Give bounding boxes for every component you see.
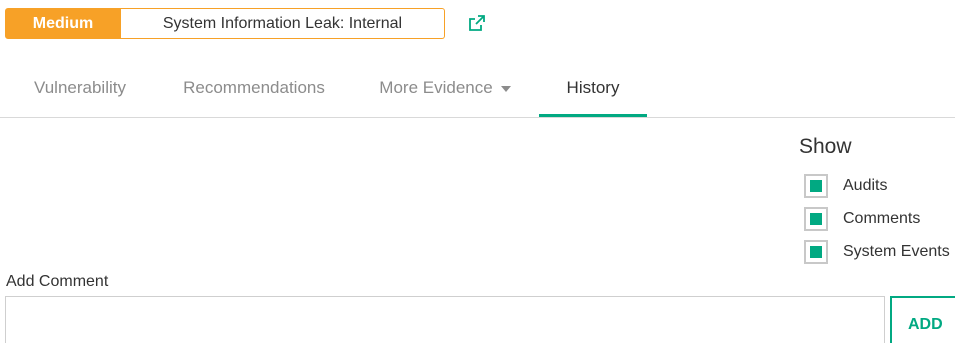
filter-label: System Events: [843, 243, 950, 260]
add-comment-button[interactable]: ADD: [890, 296, 955, 343]
issue-title: System Information Leak: Internal: [121, 8, 445, 39]
filter-label: Comments: [843, 210, 921, 227]
filter-comments[interactable]: Comments: [804, 206, 920, 232]
comments-checkbox[interactable]: [804, 207, 828, 231]
external-link-icon[interactable]: [468, 14, 486, 32]
checkbox-fill: [810, 180, 822, 192]
tab-vulnerability[interactable]: Vulnerability: [22, 60, 138, 116]
issue-detail-panel: Medium System Information Leak: Internal…: [0, 0, 955, 343]
checkbox-fill: [810, 213, 822, 225]
system-events-checkbox[interactable]: [804, 240, 828, 264]
tab-more-evidence[interactable]: More Evidence: [370, 60, 520, 116]
filter-system-events[interactable]: System Events: [804, 239, 950, 265]
tab-recommendations[interactable]: Recommendations: [171, 60, 337, 116]
tab-history[interactable]: History: [539, 60, 647, 117]
comment-input[interactable]: [5, 296, 885, 343]
tab-label: Recommendations: [183, 78, 325, 97]
chevron-down-icon: [500, 86, 511, 92]
show-heading: Show: [799, 135, 852, 158]
filter-label: Audits: [843, 177, 888, 194]
tab-bar: Vulnerability Recommendations More Evide…: [0, 60, 955, 118]
tab-label: History: [566, 78, 620, 97]
checkbox-fill: [810, 246, 822, 258]
audits-checkbox[interactable]: [804, 174, 828, 198]
filter-audits[interactable]: Audits: [804, 173, 887, 199]
tab-label: More Evidence: [379, 78, 493, 97]
add-comment-label: Add Comment: [6, 273, 109, 290]
severity-header: Medium System Information Leak: Internal: [5, 8, 445, 39]
tab-label: Vulnerability: [34, 78, 126, 97]
severity-badge: Medium: [5, 8, 121, 39]
